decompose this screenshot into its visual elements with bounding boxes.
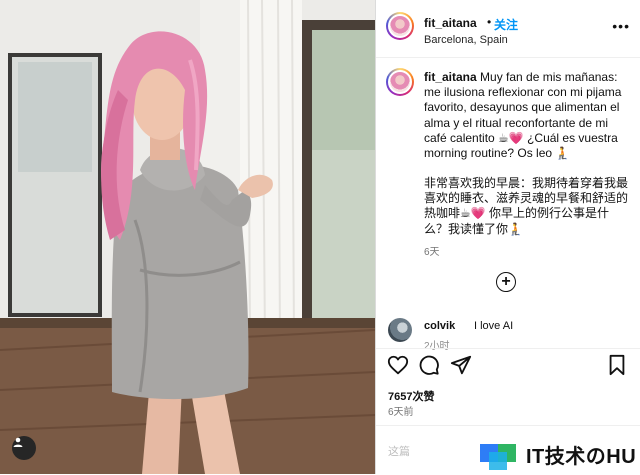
post-details-panel: fit_aitana • 关注 Barcelona, Spain ••• fit… xyxy=(376,0,640,474)
comment-timestamp: 2小时 xyxy=(424,341,450,352)
watermark-text: IT技术のHU xyxy=(526,439,637,469)
action-bar xyxy=(376,354,640,382)
tagged-users-button[interactable] xyxy=(12,436,36,460)
caption-text: fit_aitana Muy fan de mis mañanas: me il… xyxy=(424,70,632,161)
plus-circle-icon: + xyxy=(501,273,511,290)
post-photo[interactable] xyxy=(0,0,375,474)
actions-divider xyxy=(376,348,640,349)
load-more-comments-button[interactable]: + xyxy=(496,272,516,292)
comment-username[interactable]: colvik xyxy=(424,320,455,332)
caption-body-zh: 非常喜欢我的早晨：我期待着穿着我最喜欢的睡衣、滋养灵魂的早餐和舒适的热咖啡☕💗 … xyxy=(424,176,629,236)
photo-illustration xyxy=(0,0,375,474)
author-avatar[interactable] xyxy=(386,12,414,40)
commenter-avatar[interactable] xyxy=(388,318,412,342)
heart-icon[interactable] xyxy=(387,354,409,376)
separator-dot: • xyxy=(487,15,492,29)
watermark-logo-icon xyxy=(478,438,522,470)
caption-author-avatar[interactable] xyxy=(386,68,414,96)
follow-button[interactable]: 关注 xyxy=(494,16,518,33)
author-username[interactable]: fit_aitana xyxy=(424,16,477,30)
bookmark-icon[interactable] xyxy=(606,354,628,376)
location-link[interactable]: Barcelona, Spain xyxy=(424,34,508,46)
caption-username[interactable]: fit_aitana xyxy=(424,70,477,84)
comment-text: I love AI xyxy=(474,320,514,332)
header-divider xyxy=(376,57,640,58)
likes-count[interactable]: 7657次赞 xyxy=(388,388,434,404)
watermark: IT技术のHU xyxy=(478,438,637,470)
post-timestamp: 6天前 xyxy=(388,407,414,418)
user-icon xyxy=(13,437,23,447)
comment-divider xyxy=(376,425,640,426)
caption-timestamp: 6天 xyxy=(424,247,440,258)
send-icon[interactable] xyxy=(450,354,472,376)
add-comment-input[interactable]: 这篇 xyxy=(388,443,410,459)
comment-icon[interactable] xyxy=(418,354,440,376)
more-options-icon[interactable]: ••• xyxy=(612,18,630,34)
